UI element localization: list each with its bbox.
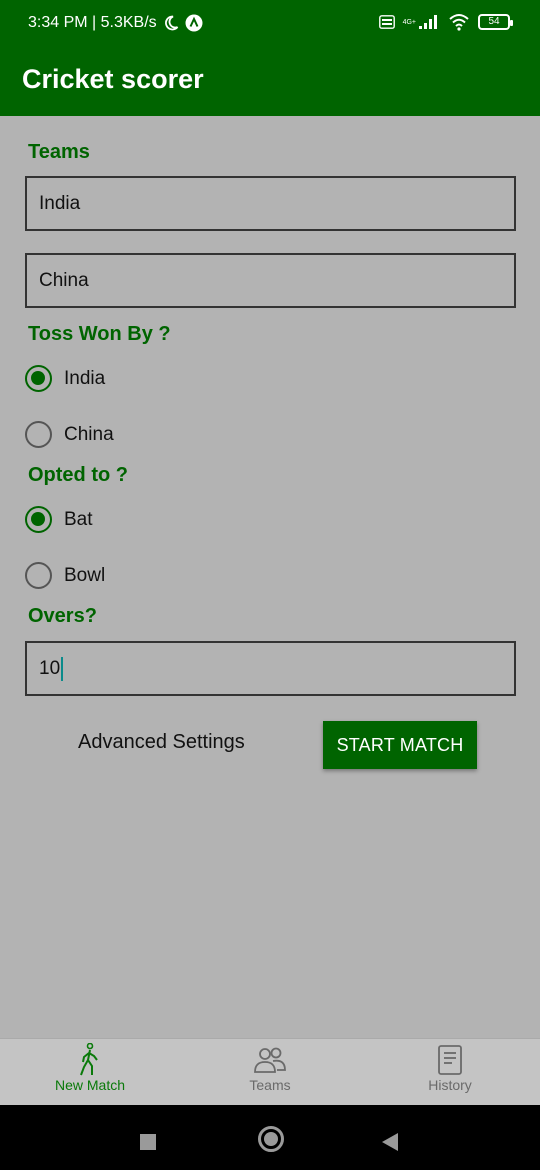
radio-unchecked-icon[interactable] bbox=[25, 562, 52, 589]
walking-person-icon bbox=[73, 1043, 107, 1077]
back-icon[interactable] bbox=[382, 1133, 398, 1151]
toss-option-label: China bbox=[64, 423, 114, 445]
toss-option-china[interactable]: China bbox=[25, 421, 114, 448]
advanced-settings-button[interactable]: Advanced Settings bbox=[78, 731, 245, 754]
radio-checked-icon[interactable] bbox=[25, 365, 52, 392]
nav-item-new-match[interactable]: New Match bbox=[0, 1039, 180, 1106]
bottom-navigation: New Match Teams History bbox=[0, 1038, 540, 1105]
team1-input[interactable]: India bbox=[25, 176, 516, 231]
signal-icon bbox=[418, 14, 440, 30]
volte-icon bbox=[378, 15, 395, 29]
recents-icon[interactable] bbox=[140, 1134, 156, 1150]
nav-item-teams[interactable]: Teams bbox=[180, 1039, 360, 1106]
status-right: 4G+ 54 bbox=[378, 13, 513, 31]
team1-value: India bbox=[39, 192, 81, 214]
status-time-speed: 3:34 PM | 5.3KB/s bbox=[28, 14, 157, 31]
system-navigation-bar bbox=[0, 1105, 540, 1170]
overs-input[interactable]: 10 bbox=[25, 641, 516, 696]
opted-option-label: Bat bbox=[64, 508, 93, 530]
toss-option-label: India bbox=[64, 367, 106, 389]
teams-label: Teams bbox=[28, 141, 90, 163]
radio-unchecked-icon[interactable] bbox=[25, 421, 52, 448]
toss-label: Toss Won By ? bbox=[28, 323, 171, 345]
overs-value: 10 bbox=[39, 657, 61, 679]
toss-option-india[interactable]: India bbox=[25, 365, 105, 392]
battery-icon: 54 bbox=[478, 14, 513, 30]
opted-option-bat[interactable]: Bat bbox=[25, 506, 93, 533]
team2-input[interactable]: China bbox=[25, 253, 516, 308]
document-icon bbox=[433, 1043, 467, 1077]
app-bar: Cricket scorer bbox=[0, 46, 540, 116]
opted-label: Opted to ? bbox=[28, 464, 128, 486]
nav-label: New Match bbox=[54, 1077, 126, 1093]
nav-label: History bbox=[428, 1077, 472, 1093]
opted-option-bowl[interactable]: Bowl bbox=[25, 562, 105, 589]
wifi-icon bbox=[448, 13, 470, 31]
team2-value: China bbox=[39, 269, 89, 291]
app-notification-icon bbox=[185, 14, 203, 32]
network-type: 4G+ bbox=[402, 18, 416, 26]
nav-item-history[interactable]: History bbox=[360, 1039, 540, 1106]
status-left: 3:34 PM | 5.3KB/s bbox=[28, 14, 203, 32]
opted-option-label: Bowl bbox=[64, 564, 106, 586]
nav-label: Teams bbox=[249, 1077, 291, 1093]
people-icon bbox=[253, 1043, 287, 1077]
start-match-button[interactable]: START MATCH bbox=[323, 721, 477, 769]
text-cursor bbox=[61, 656, 64, 681]
moon-icon bbox=[163, 15, 179, 31]
overs-label: Overs? bbox=[28, 605, 97, 627]
radio-checked-icon[interactable] bbox=[25, 506, 52, 533]
app-title: Cricket scorer bbox=[22, 64, 204, 94]
battery-level: 54 bbox=[488, 16, 500, 27]
home-icon[interactable] bbox=[258, 1126, 284, 1152]
status-bar: 3:34 PM | 5.3KB/s 4G+ 54 bbox=[0, 0, 540, 46]
